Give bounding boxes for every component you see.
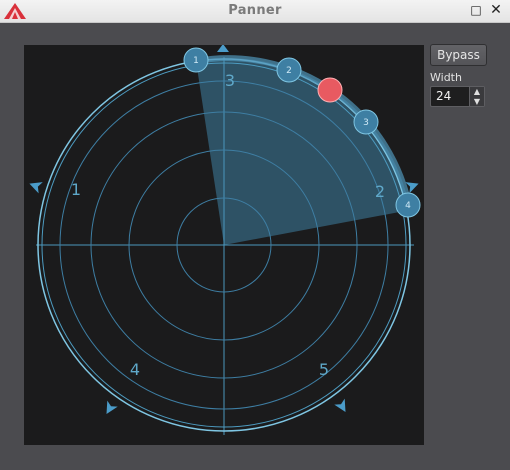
source-handle-2[interactable]: 2 [276, 57, 302, 83]
zone-label-4: 4 [130, 360, 140, 379]
maximize-icon[interactable]: □ [468, 2, 484, 18]
source-handle-label: 2 [286, 66, 292, 76]
window-title: Panner [228, 3, 282, 18]
source-handle-label: 4 [405, 201, 411, 211]
speaker-marker-icon[interactable] [27, 178, 43, 194]
spin-arrows: ▲ ▼ [469, 87, 484, 106]
panner-window: Panner □ ✕ 1 2 3 4 5 1 2 3 4 Bypass Widt… [0, 0, 510, 470]
source-handle-4[interactable]: 4 [395, 192, 421, 218]
speaker-marker-icon[interactable] [334, 398, 350, 415]
speaker-marker-icon[interactable] [217, 45, 229, 52]
zone-label-5: 5 [319, 360, 329, 379]
source-handle-label: 3 [363, 118, 369, 128]
panner-canvas[interactable]: 1 2 3 4 5 1 2 3 4 [24, 45, 424, 445]
source-handle-label: 1 [193, 56, 199, 66]
zone-label-3: 3 [225, 71, 235, 90]
spin-down-icon[interactable]: ▼ [470, 97, 484, 106]
speaker-marker-icon[interactable] [101, 400, 118, 417]
width-value[interactable]: 24 [436, 89, 451, 103]
zone-label-2: 2 [375, 182, 385, 201]
selected-source-handle[interactable] [317, 77, 343, 103]
content-area: 1 2 3 4 5 1 2 3 4 Bypass Width 24 ▲ ▼ [0, 23, 510, 470]
source-handle-1[interactable]: 1 [183, 47, 209, 73]
close-icon[interactable]: ✕ [488, 2, 504, 18]
zone-label-1: 1 [71, 180, 81, 199]
panner-view[interactable]: 1 2 3 4 5 1 2 3 4 [24, 45, 424, 445]
bypass-button[interactable]: Bypass [430, 44, 487, 66]
source-handle-3[interactable]: 3 [353, 109, 379, 135]
spin-up-icon[interactable]: ▲ [470, 87, 484, 96]
title-bar[interactable]: Panner □ ✕ [0, 0, 510, 23]
width-label: Width [430, 71, 462, 84]
width-spinbox[interactable]: 24 ▲ ▼ [430, 86, 485, 107]
